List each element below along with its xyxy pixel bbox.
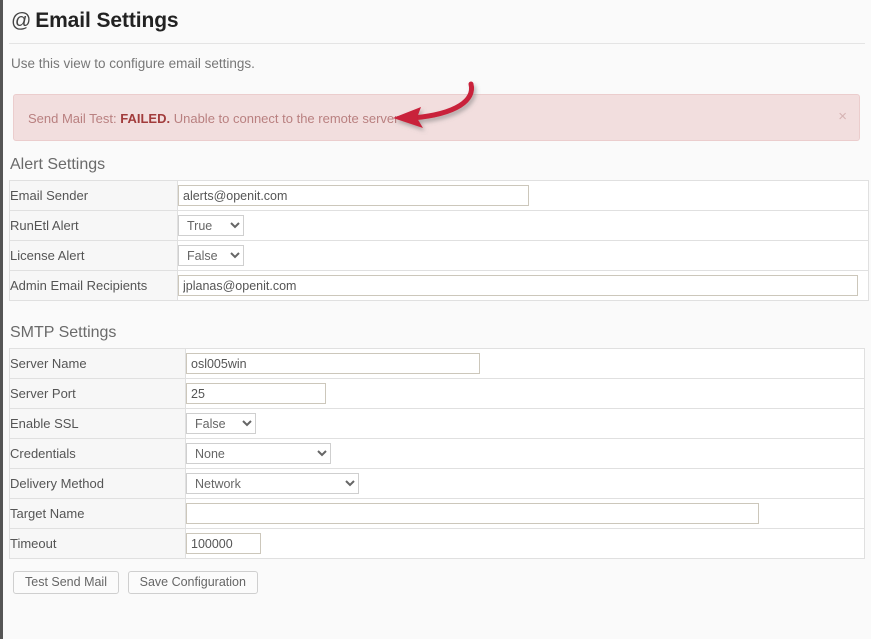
table-row: Enable SSLTrueFalse: [10, 409, 865, 439]
timeout-input[interactable]: [186, 533, 261, 554]
field-cell-email-sender: [178, 181, 869, 211]
table-row: Server Port: [10, 379, 865, 409]
close-icon[interactable]: ×: [838, 108, 847, 126]
field-cell-admin-email-recipients: [178, 271, 869, 301]
table-row: Email Sender: [10, 181, 869, 211]
table-row: Admin Email Recipients: [10, 271, 869, 301]
page-root: @Email Settings Use this view to configu…: [0, 0, 871, 639]
alert-message: Send Mail Test: FAILED. Unable to connec…: [28, 111, 398, 126]
page-title-text: Email Settings: [35, 9, 178, 32]
alert-settings-table: Email SenderRunEtl AlertTrueFalseLicense…: [9, 180, 869, 301]
alert-status: FAILED.: [120, 111, 170, 126]
alert-detail: Unable to connect to the remote server: [170, 111, 398, 126]
license-alert-select[interactable]: TrueFalse: [178, 245, 244, 266]
table-row: Target Name: [10, 499, 865, 529]
server-name-input[interactable]: [186, 353, 480, 374]
button-bar: Test Send Mail Save Configuration: [13, 571, 871, 594]
table-row: Delivery MethodNetworkSpecifiedPickupDir…: [10, 469, 865, 499]
smtp-settings-table: Server NameServer PortEnable SSLTrueFals…: [9, 348, 865, 559]
field-label-license-alert: License Alert: [10, 241, 178, 271]
field-label-email-sender: Email Sender: [10, 181, 178, 211]
test-send-mail-button[interactable]: Test Send Mail: [13, 571, 119, 594]
field-label-runetl-alert: RunEtl Alert: [10, 211, 178, 241]
table-row: License AlertTrueFalse: [10, 241, 869, 271]
alert-banner: Send Mail Test: FAILED. Unable to connec…: [13, 94, 860, 141]
field-label-enable-ssl: Enable SSL: [10, 409, 186, 439]
field-label-delivery-method: Delivery Method: [10, 469, 186, 499]
table-row: Server Name: [10, 349, 865, 379]
page-subtitle: Use this view to configure email setting…: [3, 44, 871, 72]
field-label-credentials: Credentials: [10, 439, 186, 469]
field-cell-license-alert: TrueFalse: [178, 241, 869, 271]
field-label-server-name: Server Name: [10, 349, 186, 379]
alert-settings-section: Alert Settings Email SenderRunEtl AlertT…: [3, 155, 871, 301]
at-icon: @: [11, 10, 31, 32]
enable-ssl-select[interactable]: TrueFalse: [186, 413, 256, 434]
field-label-admin-email-recipients: Admin Email Recipients: [10, 271, 178, 301]
field-label-timeout: Timeout: [10, 529, 186, 559]
field-cell-timeout: [186, 529, 865, 559]
smtp-settings-title: SMTP Settings: [3, 323, 871, 348]
delivery-method-select[interactable]: NetworkSpecifiedPickupDirectoryPickupDir…: [186, 473, 359, 494]
save-configuration-button[interactable]: Save Configuration: [128, 571, 258, 594]
table-row: CredentialsNoneNetworkDefault: [10, 439, 865, 469]
field-cell-credentials: NoneNetworkDefault: [186, 439, 865, 469]
field-label-server-port: Server Port: [10, 379, 186, 409]
field-cell-delivery-method: NetworkSpecifiedPickupDirectoryPickupDir…: [186, 469, 865, 499]
target-name-input[interactable]: [186, 503, 759, 524]
runetl-alert-select[interactable]: TrueFalse: [178, 215, 244, 236]
table-row: RunEtl AlertTrueFalse: [10, 211, 869, 241]
page-title: @Email Settings: [11, 8, 871, 34]
table-row: Timeout: [10, 529, 865, 559]
server-port-input[interactable]: [186, 383, 326, 404]
field-cell-server-port: [186, 379, 865, 409]
email-sender-input[interactable]: [178, 185, 529, 206]
field-cell-target-name: [186, 499, 865, 529]
alert-settings-title: Alert Settings: [3, 155, 871, 180]
field-cell-server-name: [186, 349, 865, 379]
field-cell-enable-ssl: TrueFalse: [186, 409, 865, 439]
smtp-settings-section: SMTP Settings Server NameServer PortEnab…: [3, 323, 871, 559]
page-header: @Email Settings: [3, 0, 871, 43]
field-label-target-name: Target Name: [10, 499, 186, 529]
admin-email-recipients-input[interactable]: [178, 275, 858, 296]
alert-prefix: Send Mail Test:: [28, 111, 120, 126]
credentials-select[interactable]: NoneNetworkDefault: [186, 443, 331, 464]
field-cell-runetl-alert: TrueFalse: [178, 211, 869, 241]
